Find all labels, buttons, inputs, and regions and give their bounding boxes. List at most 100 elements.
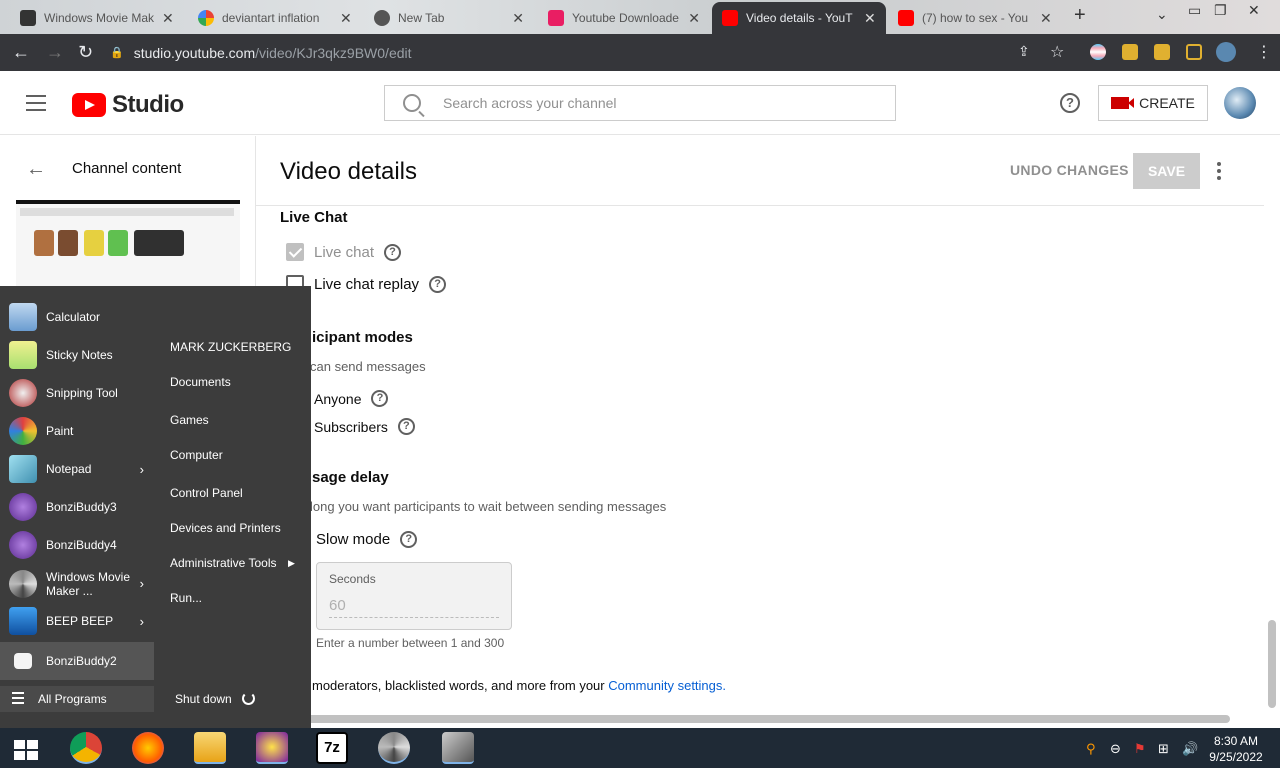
- start-menu-admin-tools[interactable]: Administrative Tools ▶: [170, 556, 295, 570]
- minimize-icon[interactable]: ▭: [1188, 2, 1201, 19]
- close-window-icon[interactable]: ✕: [1248, 2, 1260, 19]
- browser-tab[interactable]: Windows Movie Mak ✕: [10, 2, 186, 34]
- network-icon[interactable]: ⊞: [1158, 741, 1169, 757]
- start-menu-program[interactable]: Paint: [0, 412, 154, 450]
- undo-changes-button[interactable]: UNDO CHANGES: [1010, 162, 1129, 178]
- save-button[interactable]: SAVE: [1133, 153, 1200, 189]
- movie-maker-icon[interactable]: [378, 732, 410, 764]
- reload-icon[interactable]: ↻: [78, 42, 93, 63]
- firefox-icon[interactable]: [132, 732, 164, 764]
- share-icon[interactable]: ⇪: [1018, 43, 1030, 60]
- help-circle-icon[interactable]: ?: [371, 390, 389, 407]
- start-menu-program-highlighted[interactable]: BonziBuddy2: [0, 642, 154, 680]
- bookmark-star-icon[interactable]: ☆: [1050, 42, 1064, 62]
- start-menu-control-panel[interactable]: Control Panel: [170, 486, 243, 500]
- back-arrow-icon[interactable]: ←: [26, 158, 46, 181]
- start-menu-run[interactable]: Run...: [170, 591, 202, 605]
- chrome-icon[interactable]: [70, 732, 102, 764]
- start-menu-documents[interactable]: Documents: [170, 375, 231, 389]
- close-tab-icon[interactable]: ✕: [1040, 10, 1052, 27]
- start-menu-computer[interactable]: Computer: [170, 448, 223, 462]
- shutdown-button[interactable]: Shut down: [175, 692, 232, 706]
- seconds-help-text: Enter a number between 1 and 300: [316, 636, 505, 650]
- slow-mode-option[interactable]: Slow mode ?: [316, 531, 418, 548]
- participant-subscribers-option[interactable]: Subscribers ?: [314, 418, 415, 435]
- help-circle-icon[interactable]: ?: [384, 243, 402, 261]
- help-circle-icon[interactable]: ?: [429, 275, 447, 293]
- start-menu-program[interactable]: Snipping Tool: [0, 374, 154, 412]
- browser-tab-active[interactable]: Video details - YouT ✕: [712, 2, 886, 34]
- start-menu-program[interactable]: Notepad ›: [0, 450, 154, 488]
- browser-tab[interactable]: deviantart inflation ✕: [188, 2, 362, 34]
- calculator-icon: [9, 303, 37, 331]
- horizontal-scrollbar[interactable]: [286, 715, 1230, 723]
- kebab-menu-icon[interactable]: ⋮: [1256, 42, 1272, 62]
- start-menu-program[interactable]: BonziBuddy4: [0, 526, 154, 564]
- start-menu: Calculator Sticky Notes Snipping Tool Pa…: [0, 286, 311, 728]
- browser-tab[interactable]: (7) how to sex - You ✕: [888, 2, 1064, 34]
- studio-logo[interactable]: Studio: [72, 91, 184, 119]
- video-thumbnail[interactable]: [16, 200, 240, 290]
- new-tab-button[interactable]: +: [1074, 4, 1086, 27]
- more-options-icon[interactable]: [1217, 162, 1221, 183]
- extension-icon[interactable]: [1090, 44, 1106, 60]
- close-tab-icon[interactable]: ✕: [864, 10, 876, 27]
- close-tab-icon[interactable]: ✕: [162, 10, 174, 27]
- start-menu-program[interactable]: BonziBuddy3: [0, 488, 154, 526]
- all-programs-button[interactable]: All Programs: [0, 686, 154, 712]
- start-menu-program[interactable]: Sticky Notes: [0, 336, 154, 374]
- back-arrow-icon[interactable]: ←: [12, 42, 30, 63]
- windows-start-icon[interactable]: [14, 740, 38, 760]
- media-icon[interactable]: [1154, 44, 1170, 60]
- url-field[interactable]: 🔒 studio.youtube.com/video/KJr3qkz9BW0/e…: [110, 39, 1080, 66]
- vertical-scrollbar[interactable]: [1268, 620, 1276, 708]
- bonzibuddy-icon: [9, 531, 37, 559]
- bonzi-app-icon[interactable]: [442, 732, 474, 764]
- thumbnail-card: [134, 230, 184, 256]
- avatar[interactable]: [1224, 87, 1256, 119]
- start-menu-user-folder[interactable]: MARK ZUCKERBERG: [170, 340, 291, 354]
- volume-icon[interactable]: 🔊: [1182, 741, 1198, 757]
- profile-avatar-icon[interactable]: [1216, 42, 1236, 62]
- chevron-right-icon: ›: [139, 461, 144, 477]
- yahoo-messenger-icon[interactable]: [256, 732, 288, 764]
- power-icon[interactable]: [242, 692, 255, 705]
- thumbnail-card: [58, 230, 78, 256]
- side-panel-icon[interactable]: [1186, 44, 1202, 60]
- create-button[interactable]: CREATE: [1098, 85, 1208, 121]
- seconds-input[interactable]: Seconds 60: [316, 562, 512, 630]
- channel-content-link[interactable]: Channel content: [72, 160, 181, 177]
- puzzle-icon[interactable]: [1122, 44, 1138, 60]
- close-tab-icon[interactable]: ✕: [688, 10, 700, 27]
- community-settings-link[interactable]: Community settings.: [608, 678, 726, 693]
- participant-anyone-option[interactable]: Anyone ?: [314, 390, 389, 407]
- restore-icon[interactable]: ❐: [1214, 2, 1227, 19]
- help-button[interactable]: ?: [1060, 93, 1080, 113]
- start-menu-program[interactable]: BEEP BEEP ›: [0, 602, 154, 640]
- browser-tab[interactable]: New Tab ✕: [364, 2, 534, 34]
- search-input[interactable]: Search across your channel: [384, 85, 896, 121]
- chevron-down-icon[interactable]: ⌄: [1156, 6, 1168, 23]
- folder-icon[interactable]: [194, 732, 226, 764]
- divider: [256, 205, 1264, 206]
- 7zip-icon[interactable]: 7z: [316, 732, 348, 764]
- hamburger-menu-icon[interactable]: [26, 95, 46, 111]
- browser-tab[interactable]: Youtube Downloade ✕: [538, 2, 710, 34]
- notification-icon[interactable]: ⊖: [1110, 741, 1121, 757]
- chevron-right-icon: ›: [139, 576, 144, 591]
- system-clock[interactable]: 8:30 AM 9/25/2022: [1206, 733, 1266, 765]
- close-tab-icon[interactable]: ✕: [340, 10, 352, 27]
- live-chat-option[interactable]: Live chat ?: [286, 243, 402, 261]
- forward-arrow-icon[interactable]: →: [46, 42, 64, 63]
- video-camera-icon: [1111, 97, 1135, 109]
- close-tab-icon[interactable]: ✕: [512, 10, 524, 27]
- help-circle-icon[interactable]: ?: [400, 531, 418, 548]
- start-menu-devices-printers[interactable]: Devices and Printers: [170, 521, 281, 535]
- start-menu-games[interactable]: Games: [170, 413, 209, 427]
- action-center-icon[interactable]: ⚑: [1134, 741, 1146, 757]
- search-tray-icon[interactable]: ⚲: [1086, 741, 1096, 757]
- live-chat-checkbox[interactable]: [286, 243, 304, 261]
- help-circle-icon[interactable]: ?: [397, 418, 415, 435]
- start-menu-program[interactable]: Calculator: [0, 298, 154, 336]
- start-menu-program[interactable]: Windows Movie Maker ... ›: [0, 566, 154, 602]
